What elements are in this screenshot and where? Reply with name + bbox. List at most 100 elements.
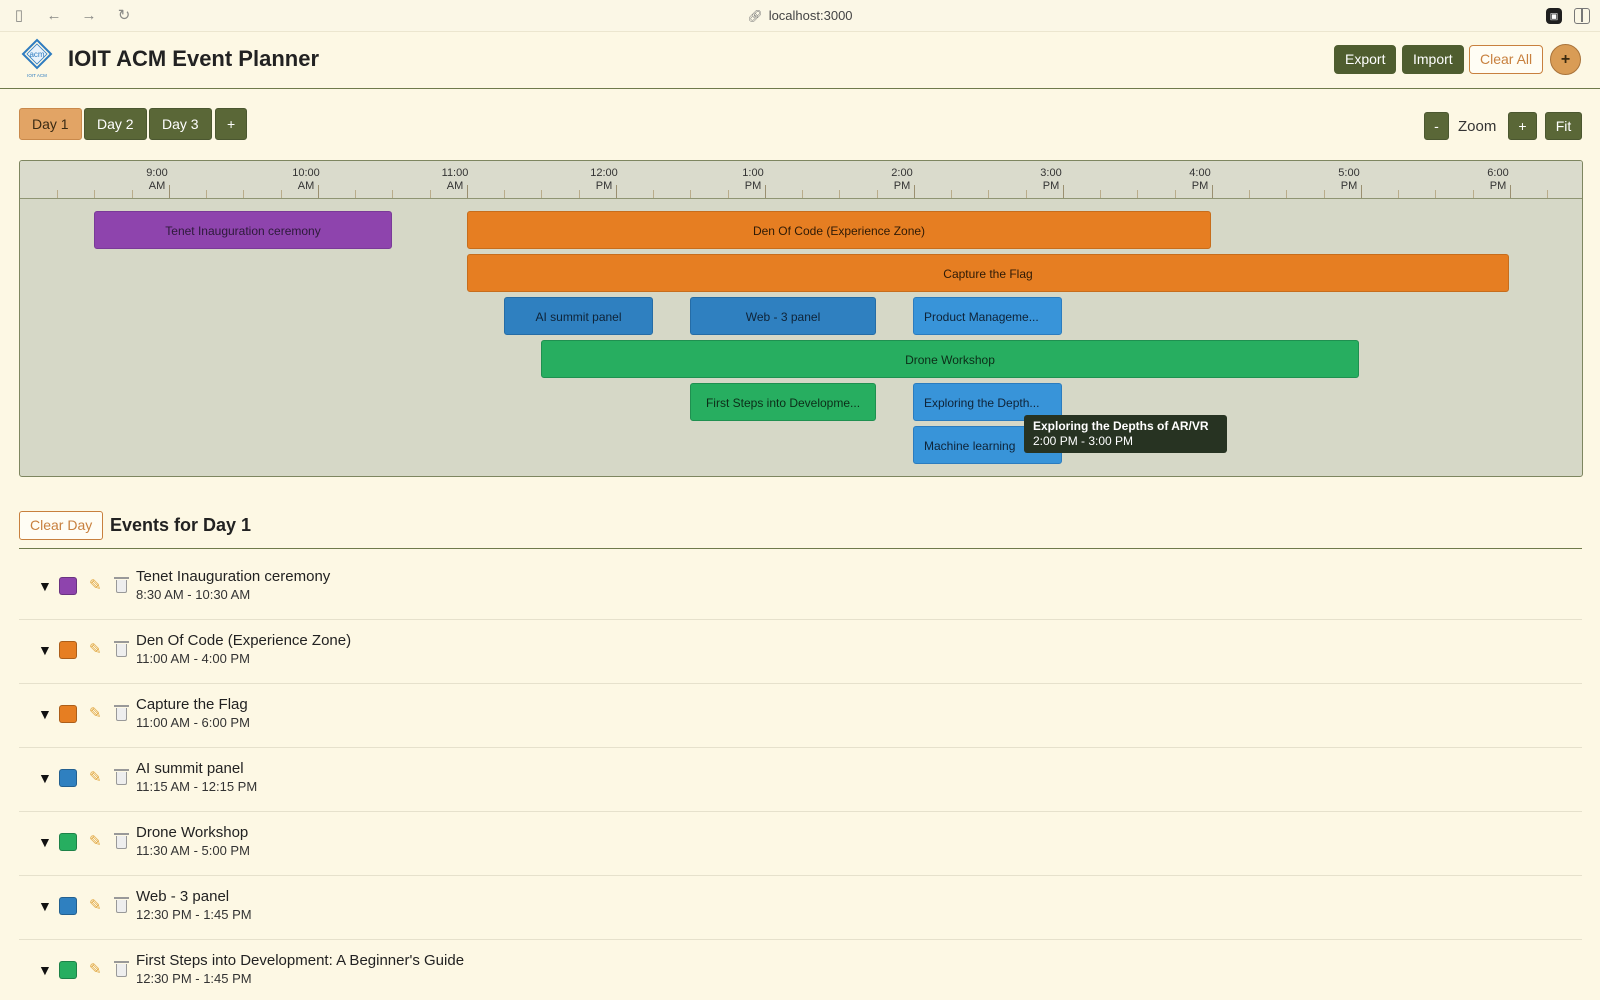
tick-mark [877, 190, 878, 198]
timeline-event[interactable]: Drone Workshop [541, 340, 1359, 378]
export-button[interactable]: Export [1334, 45, 1397, 74]
collapse-toggle-icon[interactable]: ▼ [38, 834, 52, 850]
add-day-button[interactable]: + [215, 108, 248, 140]
edit-icon[interactable]: ✎ [89, 704, 102, 722]
tick-mark [690, 190, 691, 198]
tick-time: 9:00 [146, 167, 168, 179]
address-bar[interactable]: 🔗︎ localhost:3000 [0, 8, 1600, 23]
event-color-swatch[interactable] [59, 897, 77, 915]
collapse-toggle-icon[interactable]: ▼ [38, 706, 52, 722]
tick-label: 5:00 PM [1324, 167, 1374, 193]
browser-toolbar: ▯ ← → ↻ 🔗︎ localhost:3000 ▣ [0, 0, 1600, 32]
timeline-event[interactable]: Product Manageme... [913, 297, 1062, 335]
tick-time: 12:00 [590, 167, 618, 179]
edit-icon[interactable]: ✎ [89, 832, 102, 850]
list-item[interactable]: ▼ ✎ First Steps into Development: A Beginn… [19, 940, 1582, 1000]
tick-mark [802, 190, 803, 198]
trash-icon[interactable] [114, 577, 129, 593]
zoom-in-button[interactable]: + [1508, 112, 1537, 140]
tick-period: PM [744, 180, 762, 192]
tick-label: 12:00 PM [579, 167, 629, 193]
tick-mark [318, 185, 319, 198]
list-item[interactable]: ▼ ✎ Web - 3 panel 12:30 PM - 1:45 PM [19, 876, 1582, 940]
trash-icon[interactable] [114, 833, 129, 849]
event-name: First Steps into Development: A Beginner… [136, 952, 465, 969]
tick-mark [728, 190, 729, 198]
tick-time: 10:00 [292, 167, 320, 179]
tab-day-2[interactable]: Day 2 [84, 108, 147, 140]
timeline: 9:00 AM 10:00 AM 11:00 AM 12:00 PM 1:00 PM 2:00 PM 3… [19, 160, 1583, 477]
timeline-event[interactable]: Tenet Inauguration ceremony [94, 211, 392, 249]
trash-icon[interactable] [114, 641, 129, 657]
list-item[interactable]: ▼ ✎ Den Of Code (Experience Zone) 11:00 AM … [19, 620, 1582, 684]
tick-time: 11:00 [441, 167, 469, 179]
tick-period: PM [1489, 180, 1507, 192]
edit-icon[interactable]: ✎ [89, 576, 102, 594]
event-name: Drone Workshop [136, 824, 249, 841]
tab-day-3[interactable]: Day 3 [149, 108, 212, 140]
tick-time: 3:00 [1040, 167, 1062, 179]
divider [19, 548, 1582, 549]
split-view-icon[interactable] [1574, 8, 1590, 24]
collapse-toggle-icon[interactable]: ▼ [38, 770, 52, 786]
tick-mark [579, 190, 580, 198]
event-time: 11:00 AM - 4:00 PM [136, 651, 250, 666]
import-button[interactable]: Import [1402, 45, 1464, 74]
event-color-swatch[interactable] [59, 641, 77, 659]
edit-icon[interactable]: ✎ [89, 640, 102, 658]
timeline-event[interactable]: Den Of Code (Experience Zone) [467, 211, 1211, 249]
clear-all-button[interactable]: Clear All [1469, 45, 1544, 74]
event-color-swatch[interactable] [59, 577, 77, 595]
list-item[interactable]: ▼ ✎ AI summit panel 11:15 AM - 12:15 PM [19, 748, 1582, 812]
trash-icon[interactable] [114, 961, 129, 977]
collapse-toggle-icon[interactable]: ▼ [38, 962, 52, 978]
app-title: IOIT ACM Event Planner [68, 46, 320, 71]
extension-icon[interactable]: ▣ [1546, 8, 1562, 24]
edit-icon[interactable]: ✎ [89, 768, 102, 786]
trash-icon[interactable] [114, 897, 129, 913]
zoom-out-button[interactable]: - [1424, 112, 1449, 140]
event-time: 11:00 AM - 6:00 PM [136, 715, 250, 730]
collapse-toggle-icon[interactable]: ▼ [38, 642, 52, 658]
event-color-swatch[interactable] [59, 769, 77, 787]
event-tooltip: Exploring the Depths of AR/VR 2:00 PM - … [1024, 415, 1227, 453]
list-item[interactable]: ▼ ✎ Drone Workshop 11:30 AM - 5:00 PM [19, 812, 1582, 876]
event-name: Capture the Flag [136, 696, 248, 713]
tick-mark [1286, 190, 1287, 198]
timeline-event[interactable]: First Steps into Developme... [690, 383, 876, 421]
event-name: Den Of Code (Experience Zone) [136, 632, 352, 649]
tick-mark [616, 185, 617, 198]
timeline-event[interactable]: Web - 3 panel [690, 297, 876, 335]
timeline-event[interactable]: AI summit panel [504, 297, 653, 335]
tab-day-1[interactable]: Day 1 [19, 108, 82, 140]
tick-mark [392, 190, 393, 198]
svg-text:acm: acm [29, 50, 44, 59]
event-color-swatch[interactable] [59, 833, 77, 851]
trash-icon[interactable] [114, 705, 129, 721]
tick-period: PM [1340, 180, 1358, 192]
tick-mark [765, 185, 766, 198]
tick-mark [988, 190, 989, 198]
list-item[interactable]: ▼ ✎ Capture the Flag 11:00 AM - 6:00 PM [19, 684, 1582, 748]
time-ruler: 9:00 AM 10:00 AM 11:00 AM 12:00 PM 1:00 PM 2:00 PM 3… [20, 161, 1582, 199]
tick-mark [1249, 190, 1250, 198]
svg-text:IOIT ACM: IOIT ACM [27, 73, 47, 78]
url-text: localhost:3000 [768, 8, 853, 23]
clear-day-button[interactable]: Clear Day [19, 511, 104, 540]
trash-icon[interactable] [114, 769, 129, 785]
tick-mark [653, 190, 654, 198]
edit-icon[interactable]: ✎ [89, 960, 102, 978]
timeline-event[interactable]: Capture the Flag [467, 254, 1509, 292]
tick-period: AM [148, 180, 166, 192]
collapse-toggle-icon[interactable]: ▼ [38, 898, 52, 914]
zoom-fit-button[interactable]: Fit [1545, 112, 1582, 140]
tick-label: 3:00 PM [1026, 167, 1076, 193]
list-item[interactable]: ▼ ✎ Tenet Inauguration ceremony 8:30 AM - 1… [19, 556, 1582, 620]
event-color-swatch[interactable] [59, 705, 77, 723]
event-color-swatch[interactable] [59, 961, 77, 979]
edit-icon[interactable]: ✎ [89, 896, 102, 914]
tick-mark [951, 190, 952, 198]
tick-mark [1026, 190, 1027, 198]
collapse-toggle-icon[interactable]: ▼ [38, 578, 52, 594]
add-event-button[interactable]: + [1550, 44, 1581, 75]
